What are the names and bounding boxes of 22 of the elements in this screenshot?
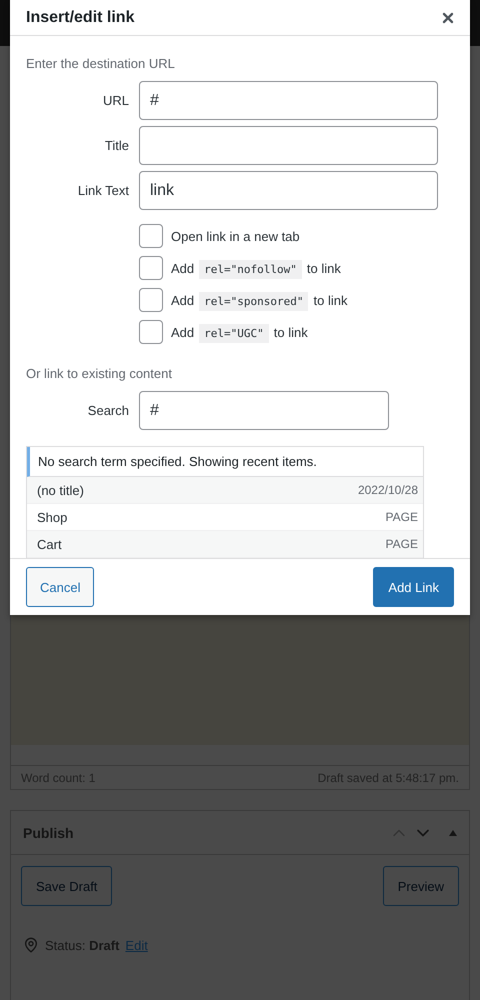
cancel-button[interactable]: Cancel [26,567,94,607]
search-field[interactable]: # [139,391,389,430]
field-label: Link Text [76,183,130,198]
dialog-title: Insert/edit link [26,8,134,26]
text-field[interactable] [139,126,438,165]
triangle-icon[interactable] [449,830,457,836]
field-label: URL [102,93,130,108]
checkbox[interactable] [139,288,163,312]
checkbox-label: Open link in a new tab [171,228,300,244]
checkbox[interactable] [139,224,163,248]
field-label: Search [86,403,130,418]
text-field[interactable]: # [139,81,438,120]
checkbox[interactable] [139,256,163,280]
result-item[interactable]: (no title) 2022/10/28 [27,477,423,504]
text-field[interactable]: link [139,171,438,210]
add-link-button[interactable]: Add Link [373,567,454,607]
checkbox[interactable] [139,320,163,344]
field-label: Title [104,138,130,153]
section-heading: Enter the destination URL [26,56,176,71]
result-item[interactable]: Cart PAGE [27,531,423,558]
section-heading: Or link to existing content [26,366,173,381]
pin-icon [23,937,39,953]
